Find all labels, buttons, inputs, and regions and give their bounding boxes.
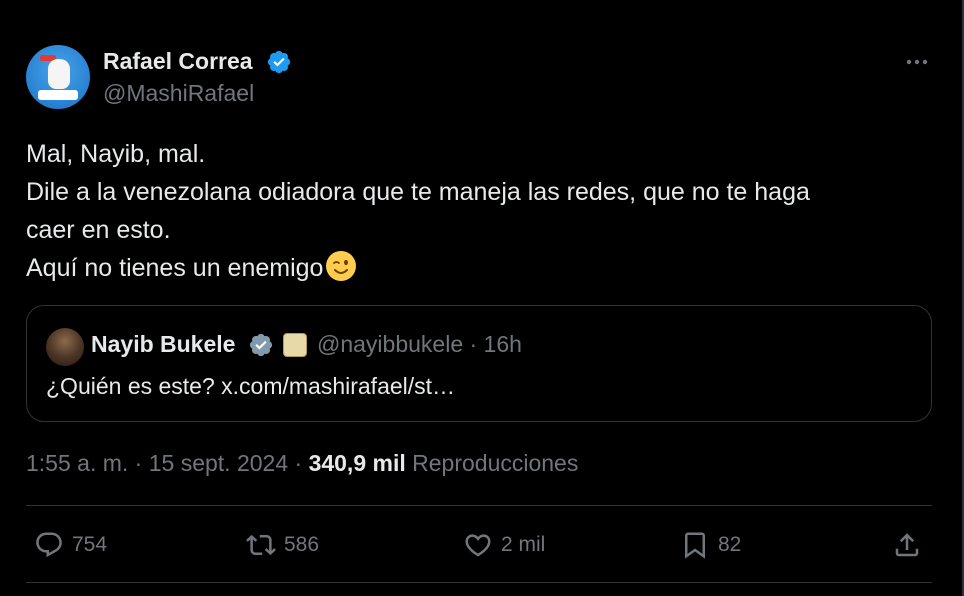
author-avatar[interactable] xyxy=(26,45,90,109)
repost-count: 586 xyxy=(284,533,320,556)
reply-count: 754 xyxy=(72,533,108,556)
author-handle[interactable]: @MashiRafael xyxy=(103,80,254,107)
bookmark-count: 82 xyxy=(718,533,742,556)
quoted-tweet[interactable]: Nayib Bukele @nayibbukele · 16h ¿Quién e… xyxy=(26,305,932,422)
heart-icon xyxy=(465,534,491,557)
tweet-text-line: Aquí no tienes un enemigo xyxy=(26,254,324,282)
divider xyxy=(26,505,932,506)
view-count: 340,9 mil xyxy=(308,450,406,476)
like-button[interactable]: 2 mil xyxy=(463,528,545,562)
tweet-text-line: caer en esto. xyxy=(26,216,171,244)
quoted-author-avatar[interactable] xyxy=(46,328,84,366)
author-name[interactable]: Rafael Correa xyxy=(103,48,253,75)
quoted-verified-badge-icon[interactable] xyxy=(248,332,274,358)
reply-icon xyxy=(36,532,62,558)
view-label: Reproducciones xyxy=(412,450,579,476)
like-count: 2 mil xyxy=(501,533,546,556)
verified-badge-icon[interactable] xyxy=(266,49,292,75)
quoted-handle-time[interactable]: @nayibbukele · 16h xyxy=(317,331,522,358)
quoted-tweet-text: ¿Quién es este? x.com/mashirafael/st… xyxy=(46,373,456,399)
tweet-meta: 1:55 a. m. · 15 sept. 2024 · 340,9 mil R… xyxy=(26,450,578,477)
bookmark-button[interactable]: 82 xyxy=(680,528,741,562)
avatar-banner xyxy=(38,90,78,100)
tweet-timestamp[interactable]: 1:55 a. m. · 15 sept. 2024 · xyxy=(26,450,302,476)
quoted-author-name[interactable]: Nayib Bukele xyxy=(91,331,235,358)
share-button[interactable] xyxy=(892,528,922,562)
bookmark-icon xyxy=(685,532,705,559)
winking-face-emoji-icon xyxy=(326,251,357,281)
tweet-text-line-last: Aquí no tienes un enemigo xyxy=(26,249,926,287)
avatar-portrait xyxy=(48,59,70,89)
tweet-text-line: Mal, Nayib, mal. xyxy=(26,140,206,168)
more-options-icon[interactable] xyxy=(902,50,932,74)
reply-button[interactable]: 754 xyxy=(34,528,107,562)
divider xyxy=(26,582,932,583)
repost-button[interactable]: 586 xyxy=(246,528,319,562)
tweet-text-line: Dile a la venezolana odiadora que te man… xyxy=(26,178,810,206)
tweet: Rafael Correa @MashiRafael Mal, Nayib, m… xyxy=(0,0,964,596)
share-icon xyxy=(895,533,919,557)
tweet-text: Mal, Nayib, mal. Dile a la venezolana od… xyxy=(26,135,926,287)
repost-icon xyxy=(246,534,276,556)
affiliation-badge-icon[interactable] xyxy=(283,333,307,357)
